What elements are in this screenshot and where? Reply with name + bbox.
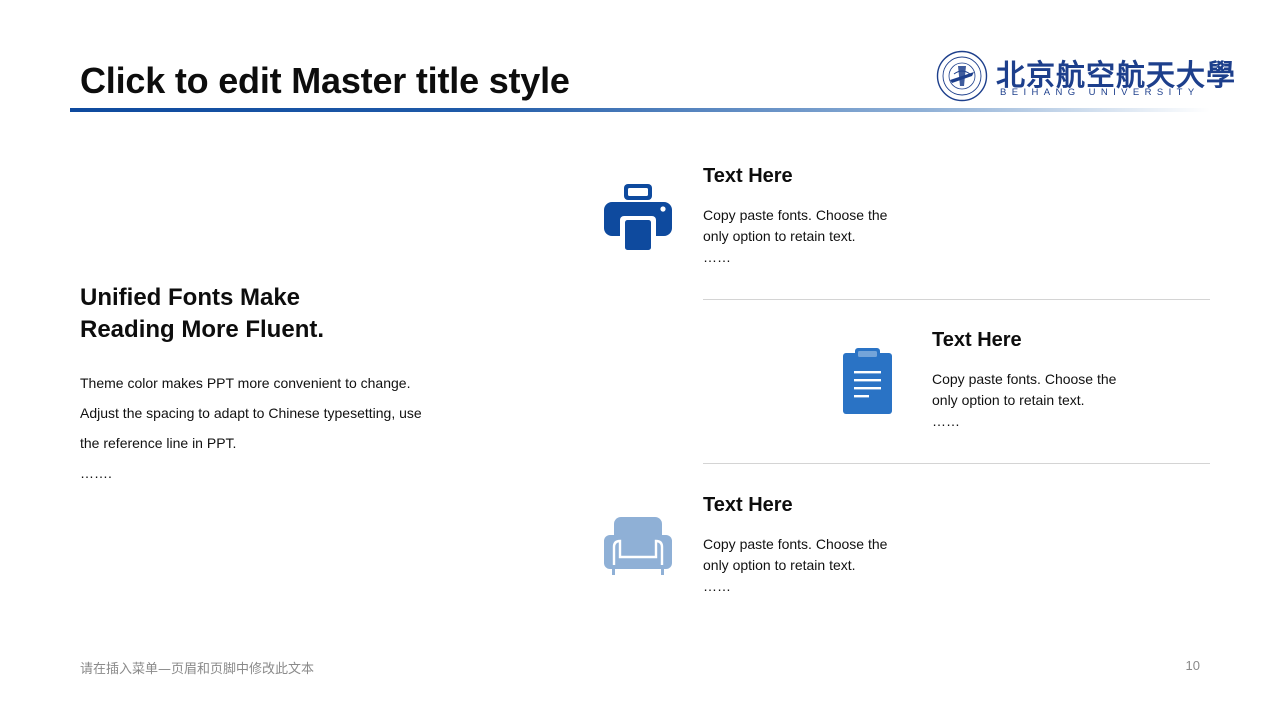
slide-title[interactable]: Click to edit Master title style: [80, 60, 570, 102]
section-divider: [703, 463, 1210, 464]
intro-body-line: the reference line in PPT.: [80, 435, 237, 451]
intro-body-line: …….: [80, 465, 112, 481]
clipboard-icon: [843, 348, 892, 414]
title-underline: [70, 108, 1210, 112]
sofa-icon: [604, 517, 672, 575]
slide: Click to edit Master title style 北京航空航天大…: [0, 0, 1280, 720]
university-seal-icon: [936, 50, 988, 102]
card-ellipsis: ……: [703, 578, 731, 594]
footer-text[interactable]: 请在插入菜单—页眉和页脚中修改此文本: [80, 658, 314, 677]
intro-heading-line1: Unified Fonts Make: [80, 284, 301, 311]
card-body-line: only option to retain text.: [932, 392, 1085, 408]
card-title[interactable]: Text Here: [932, 329, 1022, 352]
card-body-line: Copy paste fonts. Choose the: [703, 536, 888, 552]
intro-heading[interactable]: Unified Fonts Make Reading More Fluent.: [80, 282, 460, 346]
card-title[interactable]: Text Here: [703, 494, 793, 517]
card-body-line: only option to retain text.: [703, 228, 856, 244]
card-body-line: Copy paste fonts. Choose the: [932, 371, 1117, 387]
intro-heading-line2: Reading More Fluent.: [80, 316, 325, 343]
card-body-line: Copy paste fonts. Choose the: [703, 207, 888, 223]
card-title[interactable]: Text Here: [703, 165, 793, 188]
university-logo: 北京航空航天大學 BEIHANG UNIVERSITY: [936, 50, 1235, 104]
card-ellipsis: ……: [932, 413, 960, 429]
intro-body-line: Theme color makes PPT more convenient to…: [80, 375, 411, 391]
card-ellipsis: ……: [703, 249, 731, 265]
printer-icon: [604, 184, 672, 252]
card-body[interactable]: Copy paste fonts. Choose the only option…: [703, 534, 963, 597]
intro-block: Unified Fonts Make Reading More Fluent. …: [80, 282, 460, 488]
card-body-line: only option to retain text.: [703, 557, 856, 573]
section-divider: [703, 299, 1210, 300]
logo-english-name: BEIHANG UNIVERSITY: [1000, 87, 1200, 98]
intro-body-line: Adjust the spacing to adapt to Chinese t…: [80, 405, 422, 421]
page-number: 10: [1185, 658, 1200, 673]
card-body[interactable]: Copy paste fonts. Choose the only option…: [932, 369, 1192, 432]
intro-body[interactable]: Theme color makes PPT more convenient to…: [80, 368, 460, 488]
card-body[interactable]: Copy paste fonts. Choose the only option…: [703, 205, 963, 268]
